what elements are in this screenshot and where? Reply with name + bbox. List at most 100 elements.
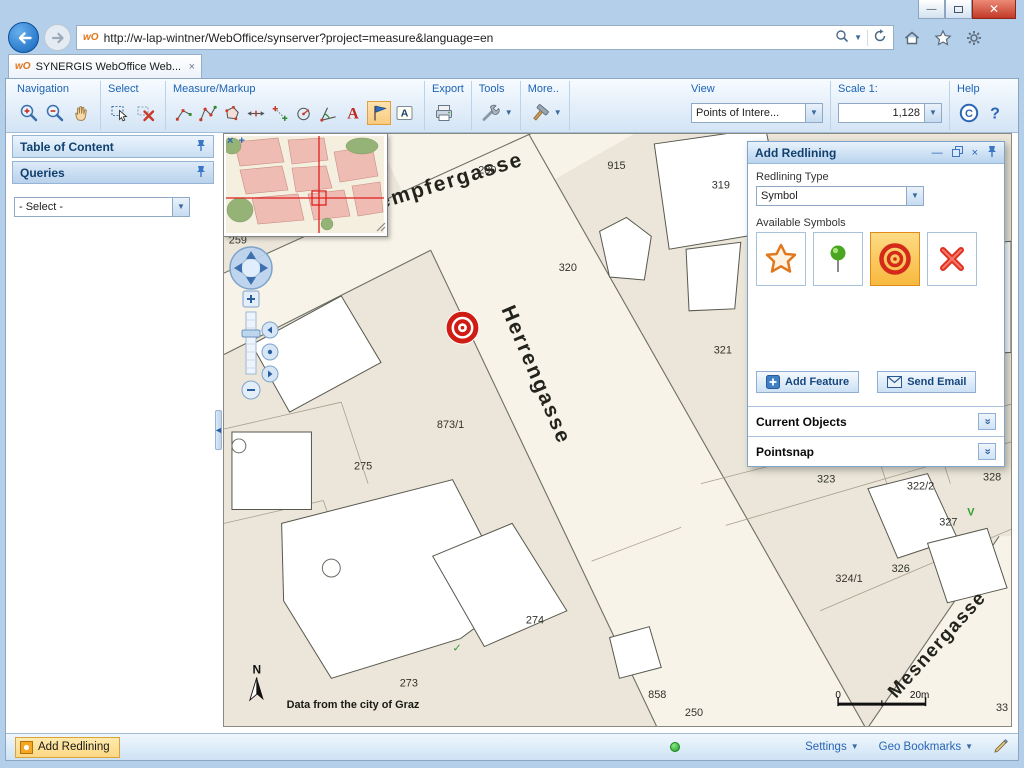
edit-pencil-icon[interactable] [993, 738, 1009, 757]
clear-selection-icon[interactable] [134, 101, 158, 125]
query-select[interactable]: - Select - ▼ [14, 197, 190, 217]
view-select-value: Points of Intere... [692, 107, 805, 119]
expand-pointsnap-button[interactable]: » [978, 443, 996, 460]
zoom-slider[interactable] [242, 312, 260, 374]
favorites-star-icon[interactable] [930, 25, 956, 51]
panel-title: Add Redlining [755, 146, 932, 160]
hammer-icon[interactable] [528, 101, 552, 125]
svg-text:A: A [347, 106, 359, 123]
address-dropdown-icon[interactable]: ▼ [854, 34, 862, 42]
scale-combo[interactable]: 1,128 ▼ [838, 103, 942, 123]
panel-restore-icon[interactable] [952, 146, 963, 160]
pushpin-symbol-icon [821, 242, 855, 276]
chevron-down-icon[interactable]: ▼ [172, 198, 189, 216]
url-text[interactable]: http://w-lap-wintner/WebOffice/synserver… [104, 31, 831, 45]
measure-point-icon[interactable] [173, 101, 195, 125]
next-extent-button[interactable] [262, 366, 278, 382]
symbol-star-button[interactable] [756, 232, 806, 286]
chevron-down-icon[interactable]: ▼ [906, 187, 923, 205]
current-extent-button[interactable] [262, 344, 278, 360]
measure-coordinates-icon[interactable] [269, 101, 291, 125]
redlining-flag-icon[interactable] [367, 101, 391, 125]
status-green-indicator [670, 742, 680, 752]
overview-close-icon[interactable]: × [227, 134, 233, 148]
close-window-button[interactable]: ✕ [972, 0, 1016, 19]
active-mode-label: Add Redlining [38, 741, 110, 753]
pan-pad[interactable] [230, 247, 272, 289]
search-icon[interactable] [835, 29, 849, 46]
collapse-sidebar-handle[interactable]: ◄ [215, 410, 222, 450]
measure-area-icon[interactable] [221, 101, 243, 125]
redlining-type-select[interactable]: Symbol ▼ [756, 186, 924, 206]
current-objects-label: Current Objects [756, 415, 847, 429]
copyright-info-icon[interactable]: C [957, 101, 981, 125]
zoom-out-button[interactable] [242, 381, 260, 399]
address-bar[interactable]: wO http://w-lap-wintner/WebOffice/synser… [76, 25, 894, 50]
wrench-tool-icon[interactable] [479, 101, 503, 125]
chevron-down-icon[interactable]: ▼ [924, 104, 941, 122]
refresh-icon[interactable] [873, 29, 887, 46]
minimize-button[interactable]: — [918, 0, 945, 19]
pin-icon[interactable] [987, 145, 997, 161]
measure-distance-icon[interactable] [245, 101, 267, 125]
sidebar-item-table-of-content[interactable]: Table of Content [12, 135, 214, 158]
map-viewport[interactable]: Stempfergasse Herrengasse Mesnergasse 28… [223, 133, 1012, 727]
add-feature-button[interactable]: Add Feature [756, 371, 859, 393]
settings-menu[interactable]: Settings ▼ [805, 741, 858, 753]
settings-gear-icon[interactable] [961, 25, 987, 51]
settings-label: Settings [805, 741, 847, 753]
pin-icon[interactable] [196, 139, 206, 155]
measure-circle-icon[interactable] [293, 101, 315, 125]
add-feature-label: Add Feature [785, 376, 849, 388]
pin-icon[interactable] [196, 165, 206, 181]
expand-current-objects-button[interactable]: » [978, 413, 996, 430]
zoom-out-icon[interactable] [43, 101, 67, 125]
print-icon[interactable] [432, 101, 456, 125]
parcel-label: 280 [478, 165, 496, 177]
panel-header[interactable]: Add Redlining — × [748, 142, 1004, 164]
overview-pan-icon[interactable]: + [238, 134, 244, 148]
chevron-down-icon[interactable]: ▼ [805, 104, 822, 122]
label-box-icon[interactable]: A [393, 101, 417, 125]
panel-minimize-icon[interactable]: — [932, 147, 943, 159]
browser-tab[interactable]: wO SYNERGIS WebOffice Web... × [8, 54, 202, 78]
map-navigation-control[interactable] [228, 242, 280, 404]
green-v-mark: V [967, 506, 975, 518]
overview-map[interactable]: × + [224, 134, 388, 237]
measure-line-icon[interactable] [197, 101, 219, 125]
sidebar-item-queries[interactable]: Queries [12, 161, 214, 184]
zoom-in-icon[interactable] [17, 101, 41, 125]
zoom-in-button[interactable] [243, 291, 259, 307]
sidebar-splitter[interactable]: ◄ [214, 133, 223, 727]
zoom-slider-handle[interactable] [242, 330, 260, 337]
panel-close-icon[interactable]: × [972, 147, 978, 159]
back-button[interactable] [8, 22, 39, 53]
symbol-pin-button[interactable] [813, 232, 863, 286]
scale-value[interactable]: 1,128 [839, 107, 924, 119]
help-question-icon[interactable]: ? [983, 101, 1007, 125]
current-objects-section[interactable]: Current Objects » [748, 406, 1004, 436]
overview-resize-handle[interactable] [376, 221, 386, 235]
more-dropdown-icon[interactable]: ▼ [554, 109, 562, 117]
geo-bookmarks-menu[interactable]: Geo Bookmarks ▼ [879, 741, 973, 753]
pointsnap-section[interactable]: Pointsnap » [748, 436, 1004, 466]
maximize-button[interactable] [945, 0, 972, 19]
toolbar-section-select: Select [101, 81, 166, 130]
text-markup-icon[interactable]: A [341, 101, 365, 125]
previous-extent-button[interactable] [262, 322, 278, 338]
forward-button[interactable] [44, 24, 71, 51]
address-separator [867, 30, 868, 46]
geo-bookmarks-label: Geo Bookmarks [879, 741, 961, 753]
home-icon[interactable] [899, 25, 925, 51]
measure-angle-icon[interactable] [317, 101, 339, 125]
send-email-button[interactable]: Send Email [877, 371, 976, 393]
tab-close-icon[interactable]: × [189, 61, 195, 73]
symbol-target-button[interactable] [870, 232, 920, 286]
tools-dropdown-icon[interactable]: ▼ [505, 109, 513, 117]
pan-hand-icon[interactable] [69, 101, 93, 125]
view-select[interactable]: Points of Intere... ▼ [691, 103, 823, 123]
active-mode-badge[interactable]: Add Redlining [15, 737, 120, 758]
symbol-x-button[interactable] [927, 232, 977, 286]
select-features-icon[interactable] [108, 101, 132, 125]
redlining-type-label: Redlining Type [756, 171, 996, 183]
